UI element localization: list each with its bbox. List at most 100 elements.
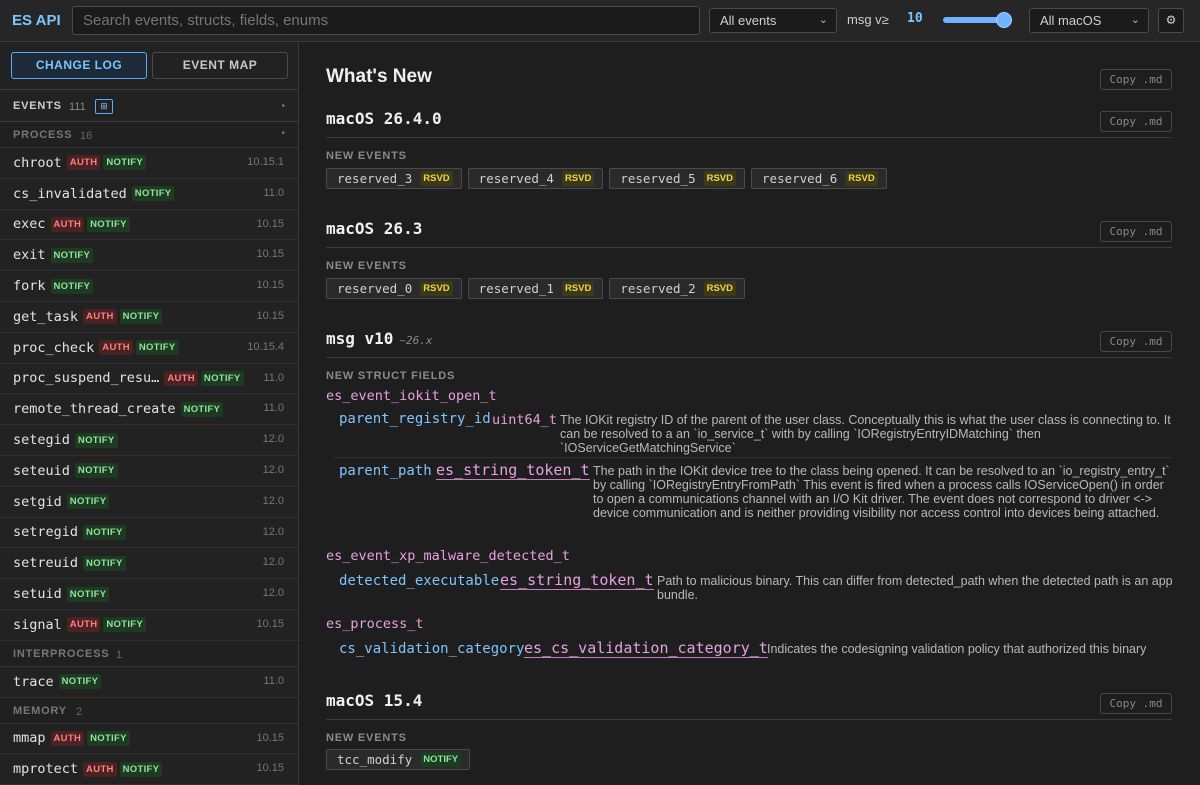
- event-chip[interactable]: reserved_3 RSVD: [326, 168, 462, 189]
- rsvd-badge: RSVD: [845, 171, 878, 186]
- tab-change-log[interactable]: CHANGE LOG: [11, 52, 147, 79]
- event-name: mmap: [13, 730, 46, 747]
- copy-md-button[interactable]: Copy .md: [1100, 693, 1172, 714]
- struct-name[interactable]: es_event_iokit_open_t: [326, 388, 497, 404]
- event-name: setregid: [13, 524, 79, 541]
- notify-badge: NOTIFY: [50, 278, 94, 294]
- event-name: chroot: [13, 154, 62, 171]
- slider-thumb[interactable]: [996, 12, 1013, 28]
- event-chip[interactable]: reserved_0 RSVD: [326, 278, 462, 299]
- chevron-down-icon: ⌄: [818, 14, 828, 26]
- event-name: get_task: [13, 308, 79, 325]
- copy-md-button[interactable]: Copy .md: [1100, 111, 1172, 132]
- event-name: remote_thread_create: [13, 401, 176, 418]
- gear-icon[interactable]: ⚙: [1158, 8, 1184, 33]
- sidebar-event-item[interactable]: proc_suspend_resu… AUTH NOTIFY 11.0: [0, 364, 298, 395]
- category-header[interactable]: INTERPROCESS 1: [0, 640, 298, 667]
- copy-md-button[interactable]: Copy .md: [1100, 331, 1172, 352]
- sidebar-event-item[interactable]: setuid NOTIFY 12.0: [0, 579, 298, 610]
- sidebar-event-item[interactable]: seteuid NOTIFY 12.0: [0, 456, 298, 487]
- event-chip[interactable]: reserved_4 RSVD: [467, 168, 604, 189]
- event-chip[interactable]: reserved_6 RSVD: [751, 168, 887, 189]
- events-filter-select[interactable]: All events ⌄: [709, 8, 837, 33]
- page-title: What's New: [326, 66, 432, 87]
- event-version: 12.0: [262, 556, 284, 569]
- struct-name[interactable]: es_event_xp_malware_detected_t: [326, 548, 570, 564]
- event-name: mprotect: [13, 761, 79, 778]
- field-description: The IOKit registry ID of the parent of t…: [560, 413, 1171, 455]
- macos-filter-select[interactable]: All macOS ⌄: [1029, 8, 1149, 33]
- event-version: 10.15: [256, 617, 284, 630]
- event-version: 11.0: [263, 371, 284, 384]
- sidebar-event-item[interactable]: setgid NOTIFY 12.0: [0, 487, 298, 518]
- notify-badge: NOTIFY: [103, 155, 147, 171]
- section-subheading: ~26.x: [399, 334, 433, 347]
- sidebar-event-item[interactable]: exit NOTIFY 10.15: [0, 240, 298, 272]
- sidebar-event-item[interactable]: setreuid NOTIFY 12.0: [0, 548, 298, 580]
- new-events-label: NEW EVENTS: [326, 732, 407, 744]
- sidebar-event-item[interactable]: signal AUTH NOTIFY 10.15: [0, 610, 298, 641]
- event-chip-name: reserved_0: [337, 281, 413, 296]
- events-header[interactable]: EVENTS 111 ⊞ •: [0, 89, 298, 122]
- collapse-dot-icon: •: [281, 101, 285, 112]
- section-heading: msg v10 ~26.x: [326, 329, 433, 348]
- sidebar-event-item[interactable]: mprotect AUTH NOTIFY 10.15: [0, 754, 298, 785]
- field-description: Indicates the codesigning validation pol…: [767, 642, 1147, 656]
- field-description: Path to malicious binary. This can diffe…: [657, 574, 1173, 602]
- category-name: INTERPROCESS: [13, 647, 110, 660]
- copy-md-button[interactable]: Copy .md: [1100, 69, 1172, 90]
- event-chip[interactable]: reserved_1 RSVD: [467, 278, 604, 299]
- sidebar-event-item[interactable]: setegid NOTIFY 12.0: [0, 425, 298, 456]
- rsvd-badge: RSVD: [703, 171, 737, 186]
- field-type-link[interactable]: es_cs_validation_category_t: [524, 639, 768, 658]
- struct-name[interactable]: es_process_t: [326, 616, 424, 632]
- sidebar-event-item[interactable]: cs_invalidated NOTIFY 11.0: [0, 179, 298, 210]
- rsvd-badge: RSVD: [561, 281, 595, 296]
- grid-icon[interactable]: ⊞: [95, 99, 113, 114]
- sidebar-event-item[interactable]: trace NOTIFY 11.0: [0, 667, 298, 698]
- sidebar-event-item[interactable]: chroot AUTH NOTIFY 10.15.1: [0, 148, 298, 179]
- event-chip[interactable]: tcc_modify NOTIFY: [326, 749, 471, 770]
- field-type-link[interactable]: es_string_token_t: [436, 461, 590, 480]
- notify-badge: NOTIFY: [180, 401, 224, 417]
- rsvd-badge: RSVD: [703, 281, 737, 296]
- chevron-down-icon: ⌄: [1130, 14, 1140, 26]
- event-version: 12.0: [262, 494, 284, 507]
- auth-badge: AUTH: [50, 730, 85, 746]
- sidebar-event-item[interactable]: mmap AUTH NOTIFY 10.15: [0, 724, 298, 755]
- sidebar-event-item[interactable]: remote_thread_create NOTIFY 11.0: [0, 394, 298, 426]
- event-chip[interactable]: reserved_5 RSVD: [609, 168, 746, 189]
- event-version: 12.0: [262, 463, 284, 476]
- sidebar-event-item[interactable]: get_task AUTH NOTIFY 10.15: [0, 302, 298, 333]
- copy-md-button[interactable]: Copy .md: [1100, 221, 1172, 242]
- new-events-label: NEW EVENTS: [326, 260, 407, 272]
- event-name: proc_check: [13, 339, 95, 356]
- event-name: signal: [13, 616, 62, 633]
- field-name: parent_registry_id: [339, 411, 491, 427]
- divider: [326, 247, 1172, 248]
- rsvd-badge: RSVD: [420, 171, 453, 186]
- search-input[interactable]: [72, 6, 700, 35]
- notify-badge: NOTIFY: [103, 617, 147, 633]
- auth-badge: AUTH: [164, 370, 198, 386]
- notify-badge: NOTIFY: [420, 752, 462, 767]
- event-name: cs_invalidated: [13, 185, 127, 202]
- event-version: 12.0: [262, 587, 284, 600]
- notify-badge: NOTIFY: [58, 674, 102, 690]
- sidebar-event-item[interactable]: proc_check AUTH NOTIFY 10.15.4: [0, 333, 298, 364]
- sidebar-event-item[interactable]: fork NOTIFY 10.15: [0, 271, 298, 302]
- section-heading: macOS 26.4.0: [326, 109, 442, 128]
- category-header[interactable]: MEMORY 2: [0, 697, 298, 724]
- tab-event-map[interactable]: EVENT MAP: [152, 52, 288, 79]
- sidebar-event-item[interactable]: setregid NOTIFY 12.0: [0, 518, 298, 549]
- event-chip[interactable]: reserved_2 RSVD: [609, 278, 746, 299]
- notify-badge: NOTIFY: [83, 555, 126, 571]
- sidebar-event-item[interactable]: exec AUTH NOTIFY 10.15: [0, 210, 298, 241]
- msg-version-slider[interactable]: [943, 12, 1018, 28]
- notify-badge: NOTIFY: [66, 494, 110, 510]
- event-version: 11.0: [263, 186, 284, 199]
- field-type-link[interactable]: es_string_token_t: [500, 571, 654, 590]
- auth-badge: AUTH: [50, 216, 85, 232]
- category-header[interactable]: PROCESS 16 •: [0, 122, 298, 148]
- new-events-label: NEW EVENTS: [326, 150, 407, 162]
